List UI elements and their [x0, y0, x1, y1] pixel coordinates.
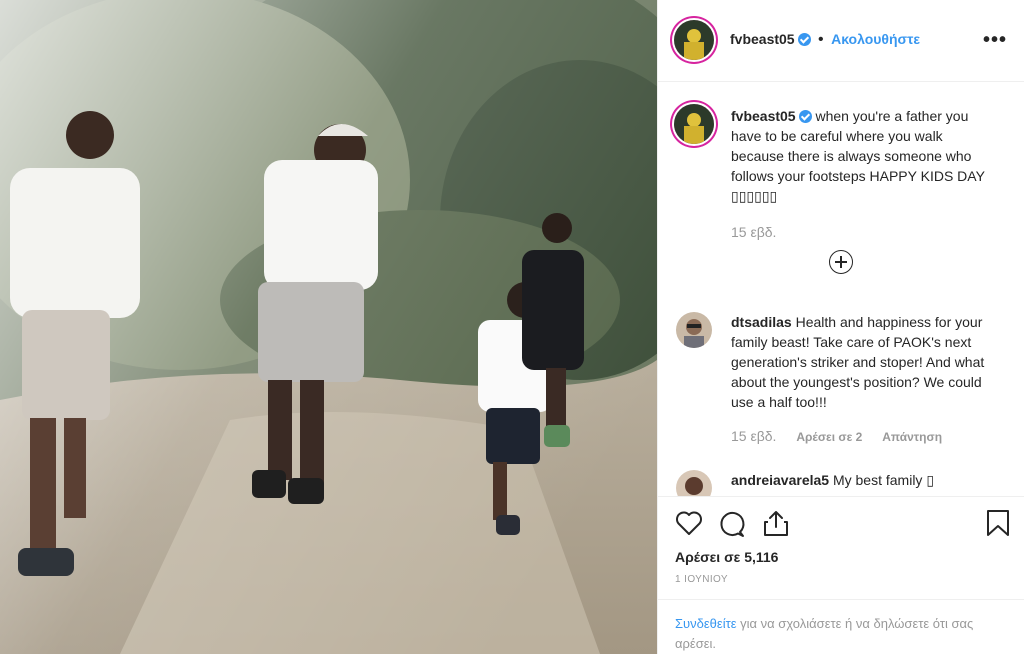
likes-count[interactable]: Αρέσει σε 5,116 — [675, 549, 778, 565]
comment-timestamp[interactable]: 15 εβδ. — [731, 428, 776, 444]
post-side-panel: fvbeast05 • Ακολουθήστε ••• fvbeast05 wh… — [657, 0, 1024, 654]
caption-timestamp[interactable]: 15 εβδ. — [731, 224, 776, 240]
comment-text-block: dtsadilas Health and happiness for your … — [731, 312, 996, 412]
commenter-avatar[interactable] — [676, 470, 712, 496]
caption-text-block: fvbeast05 when you're a father you have … — [731, 106, 996, 206]
post-header: fvbeast05 • Ακολουθήστε ••• — [658, 0, 1024, 82]
comment-item: dtsadilas Health and happiness for your … — [674, 312, 1009, 452]
verified-badge-icon — [797, 33, 811, 46]
post-actions-section: Αρέσει σε 5,116 1 ΙΟΥΝΙΟΥ Συνδεθείτε για… — [658, 496, 1024, 655]
post-photo[interactable] — [0, 0, 657, 654]
author-avatar[interactable] — [674, 20, 714, 60]
share-icon[interactable] — [762, 509, 790, 537]
photo-illustration — [0, 0, 657, 654]
follow-button[interactable]: Ακολουθήστε — [831, 31, 920, 47]
verified-badge-icon — [798, 110, 812, 123]
more-options-icon[interactable]: ••• — [983, 29, 1007, 52]
comment-meta: 15 εβδ. Αρέσει σε 2 Απάντηση — [731, 426, 958, 447]
caption-username[interactable]: fvbeast05 — [731, 108, 796, 124]
post-date[interactable]: 1 ΙΟΥΝΙΟΥ — [675, 574, 728, 585]
separator-dot: • — [818, 31, 824, 48]
commenter-username[interactable]: andreiavarela5 — [731, 472, 829, 488]
caption-author-avatar[interactable] — [674, 104, 714, 144]
header-user-line: fvbeast05 • Ακολουθήστε — [730, 31, 920, 49]
reply-button[interactable]: Απάντηση — [882, 430, 942, 444]
commenter-avatar[interactable] — [676, 312, 712, 348]
author-username[interactable]: fvbeast05 — [730, 31, 795, 47]
commenter-username[interactable]: dtsadilas — [731, 314, 792, 330]
comment-text-block: andreiavarela5 My best family ▯ — [731, 470, 996, 490]
comment-likes[interactable]: Αρέσει σε 2 — [796, 430, 862, 444]
heart-icon[interactable] — [675, 510, 703, 536]
bookmark-icon[interactable] — [986, 509, 1010, 537]
comment-text: My best family ▯ — [832, 472, 935, 488]
login-link[interactable]: Συνδεθείτε — [675, 616, 737, 631]
load-more-comments-icon[interactable] — [829, 250, 853, 274]
comment-item: andreiavarela5 My best family ▯ — [674, 470, 1009, 496]
login-prompt: Συνδεθείτε για να σχολιάσετε ή να δηλώσε… — [658, 599, 1024, 654]
post-caption: fvbeast05 when you're a father you have … — [674, 104, 1009, 244]
comment-icon[interactable] — [718, 510, 746, 538]
caption-meta: 15 εβδ. — [731, 222, 792, 242]
instagram-post-view: fvbeast05 • Ακολουθήστε ••• fvbeast05 wh… — [0, 0, 1024, 654]
